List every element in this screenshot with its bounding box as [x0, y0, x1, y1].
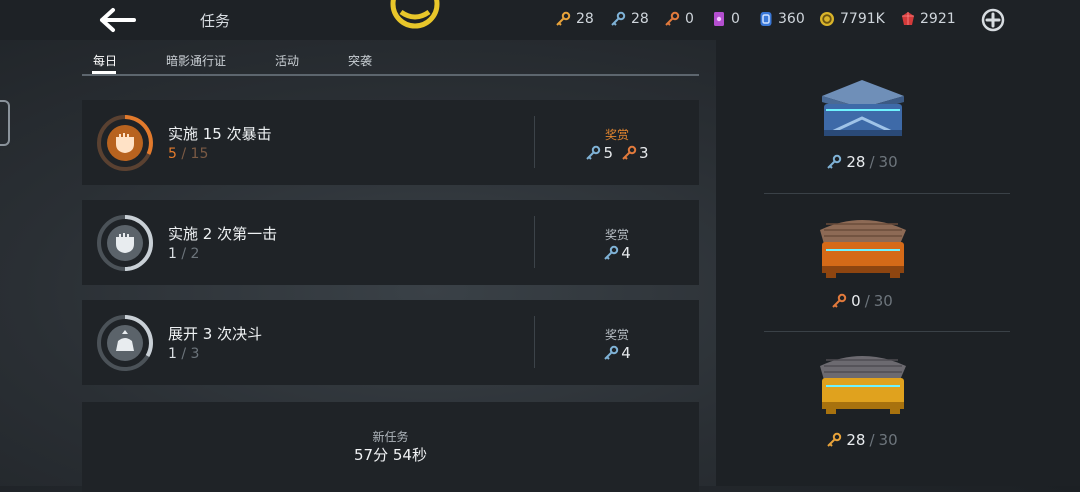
resource-bronze-key: 0 [664, 11, 694, 27]
silver-key-count: 28 [631, 11, 649, 27]
chest-key-count: 28/30 [812, 431, 912, 449]
blue-token-icon [760, 12, 772, 26]
chest-panel: 28/30 0/30 28/30 [716, 40, 1080, 486]
bronze-key-count: 0 [685, 11, 694, 27]
active-tab-indicator [92, 71, 116, 74]
reward-label: 奖赏 [604, 228, 629, 242]
silver-key-icon [604, 245, 619, 260]
quest-progress: 1 / 3 [168, 346, 200, 362]
silver-chest-icon[interactable] [812, 74, 912, 144]
quest-card[interactable]: 实施 15 次暴击 5 / 15 奖赏 5 3 [82, 100, 699, 185]
resource-silver-key: 28 [610, 11, 649, 27]
tab-raid[interactable]: 突袭 [348, 52, 372, 69]
resource-gold-key: 28 [555, 11, 594, 27]
side-drawer-handle[interactable] [0, 100, 10, 146]
gold-chest-icon[interactable] [812, 346, 912, 416]
quest-progress-ring [97, 115, 153, 171]
reward-amount: 4 [621, 344, 631, 362]
purple-ticket-icon [714, 12, 724, 26]
quest-progress-current: 1 [168, 346, 177, 362]
card-divider [534, 316, 535, 368]
ruby-icon [902, 12, 914, 25]
quest-progress-ring [97, 215, 153, 271]
resource-purple-ticket: 0 [712, 11, 740, 27]
chest-key-current: 28 [846, 431, 866, 449]
reward-label: 奖赏 [604, 128, 629, 142]
quest-progress-total: 3 [190, 346, 200, 362]
reward-label: 奖赏 [604, 328, 629, 342]
silver-key-icon [611, 11, 626, 26]
tab-daily[interactable]: 每日 [93, 52, 117, 69]
quest-card[interactable]: 实施 2 次第一击 1 / 2 奖赏 4 [82, 200, 699, 285]
quest-progress-current: 5 [168, 146, 177, 162]
chest-separator [764, 193, 1010, 194]
bronze-key-icon [832, 293, 847, 308]
tab-bar: 每日 暗影通行证 活动 突袭 [82, 44, 699, 76]
chest-separator [764, 331, 1010, 332]
reward-amount: 3 [639, 144, 649, 162]
quest-title: 展开 3 次决斗 [168, 325, 263, 343]
page-title: 任务 [200, 12, 231, 30]
silver-key-icon [604, 345, 619, 360]
reward-amount: 4 [621, 244, 631, 262]
purple-ticket-count: 0 [731, 11, 740, 27]
new-quest-countdown: 57分 54秒 [354, 446, 427, 464]
new-quest-label: 新任务 [372, 430, 409, 444]
reward-amount: 5 [603, 144, 613, 162]
reward-values: 5 3 [552, 144, 682, 162]
quest-progress-ring [97, 315, 153, 371]
gold-key-icon [556, 11, 571, 26]
gold-key-icon [827, 432, 842, 447]
quest-title: 实施 2 次第一击 [168, 225, 278, 243]
card-divider [534, 216, 535, 268]
quest-progress-total: 2 [190, 246, 200, 262]
coin-count: 7791K [840, 11, 885, 27]
back-arrow-icon[interactable] [98, 6, 138, 34]
new-quest-timer: 新任务 57分 54秒 [82, 402, 699, 492]
quest-progress-total: 15 [190, 146, 209, 162]
silver-key-icon [586, 145, 601, 160]
chest-key-total: 30 [873, 292, 893, 310]
blue-token-count: 360 [778, 11, 805, 27]
bronze-key-icon [665, 11, 680, 26]
quest-progress: 5 / 15 [168, 146, 209, 162]
silver-key-icon [827, 154, 842, 169]
resource-coin: 7791K [819, 11, 885, 27]
ruby-count: 2921 [920, 11, 956, 27]
chest-key-current: 28 [846, 153, 866, 171]
chest-key-count: 28/30 [812, 153, 912, 171]
card-divider [534, 116, 535, 168]
bronze-chest-icon[interactable] [812, 210, 912, 280]
reward-values: 4 [552, 244, 682, 262]
resource-ruby: 2921 [901, 11, 956, 27]
tab-shadow-pass[interactable]: 暗影通行证 [166, 52, 226, 69]
emblem-icon [390, 0, 440, 29]
chest-key-total: 30 [878, 153, 898, 171]
quest-progress-current: 1 [168, 246, 177, 262]
resource-blue-token: 360 [759, 11, 805, 27]
tab-events[interactable]: 活动 [275, 52, 299, 69]
chest-key-count: 0/30 [812, 292, 912, 310]
quest-progress: 1 / 2 [168, 246, 200, 262]
bronze-key-icon [622, 145, 637, 160]
coin-icon [820, 12, 834, 26]
chest-key-total: 30 [878, 431, 898, 449]
chest-key-current: 0 [851, 292, 861, 310]
gold-key-count: 28 [576, 11, 594, 27]
add-currency-button[interactable] [981, 8, 1005, 32]
quest-title: 实施 15 次暴击 [168, 125, 272, 143]
reward-values: 4 [552, 344, 682, 362]
quest-card[interactable]: 展开 3 次决斗 1 / 3 奖赏 4 [82, 300, 699, 385]
